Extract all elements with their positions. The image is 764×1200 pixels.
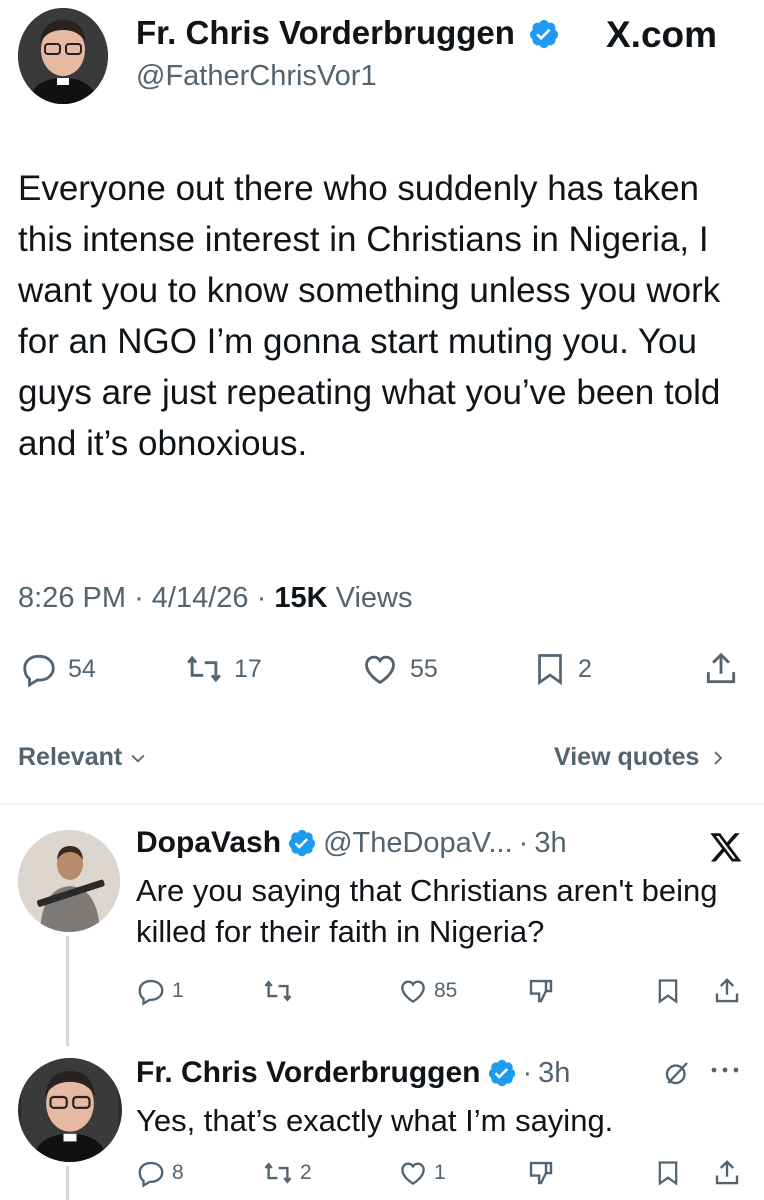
site-label: X.com (606, 14, 718, 55)
like-icon (360, 650, 400, 688)
views-count: 15K (274, 582, 328, 614)
separator: · (134, 582, 144, 614)
like-action[interactable]: 55 (360, 650, 438, 688)
reply-count: 54 (68, 654, 96, 683)
author-avatar[interactable] (18, 8, 108, 104)
reply-text: Are you saying that Christians aren't be… (136, 873, 718, 949)
x-logo-icon (708, 830, 744, 864)
like-count: 1 (434, 1161, 446, 1184)
dislike-icon[interactable] (526, 976, 556, 1006)
reply-count: 1 (172, 979, 184, 1002)
reply-icon (136, 976, 166, 1006)
priest-portrait-icon (18, 8, 108, 104)
reply-icon (20, 650, 58, 688)
bookmark-action[interactable]: 2 (532, 650, 592, 688)
reply-header: DopaVash @TheDopaV... · 3h (136, 826, 567, 860)
tweet-date[interactable]: 4/14/26 (152, 582, 249, 614)
repost-action[interactable]: 17 (184, 650, 262, 688)
tweet-time[interactable]: 8:26 PM (18, 582, 126, 614)
repost-icon (262, 1158, 294, 1188)
like-count: 85 (434, 979, 458, 1002)
reply-avatar[interactable] (18, 830, 120, 932)
dislike-icon[interactable] (526, 1158, 556, 1188)
like-icon (398, 1158, 428, 1188)
share-icon[interactable] (712, 1158, 742, 1188)
reply-repost-action[interactable] (262, 976, 300, 1006)
bookmark-count: 2 (578, 654, 592, 683)
chevron-right-icon (709, 748, 727, 768)
bookmark-icon[interactable] (654, 1158, 682, 1188)
separator: · (256, 582, 267, 614)
grok-icon[interactable] (662, 1058, 692, 1088)
views-label: Views (335, 582, 413, 614)
author-handle[interactable]: @FatherChrisVor1 (136, 60, 377, 93)
like-icon (398, 976, 428, 1006)
separator: · (522, 1056, 533, 1089)
like-count: 55 (410, 654, 438, 683)
thread-line (66, 936, 69, 1046)
tweet-meta: 8:26 PM · 4/14/26 · 15K Views (18, 582, 412, 615)
reply-reply-action[interactable]: 8 (136, 1158, 184, 1188)
reply-repost-action[interactable]: 2 (262, 1158, 312, 1188)
priest-portrait-icon (21, 1058, 119, 1162)
chevron-down-icon (128, 748, 148, 768)
sort-label: Relevant (18, 743, 123, 771)
share-icon[interactable] (702, 650, 740, 688)
reply-author-name[interactable]: Fr. Chris Vorderbruggen (136, 1056, 481, 1090)
reply-author-handle[interactable]: @TheDopaV... (323, 827, 513, 860)
author-name[interactable]: Fr. Chris Vorderbruggen (136, 14, 515, 52)
reply-reply-action[interactable]: 1 (136, 976, 184, 1006)
reply-author-name[interactable]: DopaVash (136, 826, 281, 860)
man-with-rifle-icon (18, 830, 120, 932)
tweet-text: Everyone out there who suddenly has take… (18, 169, 721, 463)
reply-like-action[interactable]: 85 (398, 976, 457, 1006)
view-quotes-link[interactable]: View quotes (554, 743, 727, 772)
reply-like-action[interactable]: 1 (398, 1158, 446, 1188)
sort-dropdown[interactable]: Relevant (18, 743, 148, 772)
reply-time[interactable]: 3h (538, 1057, 570, 1090)
reply-avatar[interactable] (18, 1058, 122, 1162)
verified-badge-icon (528, 18, 560, 50)
reply-text: Yes, that’s exactly what I’m saying. (136, 1103, 614, 1138)
reply-icon (136, 1158, 166, 1188)
share-icon[interactable] (712, 976, 742, 1006)
more-icon[interactable] (708, 1060, 742, 1080)
reply-count: 8 (172, 1161, 184, 1184)
repost-count: 17 (234, 654, 262, 683)
repost-icon (184, 650, 224, 688)
repost-count: 2 (300, 1161, 312, 1184)
view-quotes-label: View quotes (554, 743, 700, 771)
bookmark-icon (532, 650, 568, 688)
verified-badge-icon (287, 828, 317, 858)
reply-time[interactable]: 3h (534, 827, 566, 860)
section-divider (0, 803, 764, 805)
thread-line (66, 1166, 69, 1200)
repost-icon (262, 976, 294, 1006)
bookmark-icon[interactable] (654, 976, 682, 1006)
reply-header: Fr. Chris Vorderbruggen · 3h (136, 1056, 570, 1090)
verified-badge-icon (487, 1058, 517, 1088)
separator: · (518, 826, 529, 859)
reply-action[interactable]: 54 (20, 650, 96, 688)
